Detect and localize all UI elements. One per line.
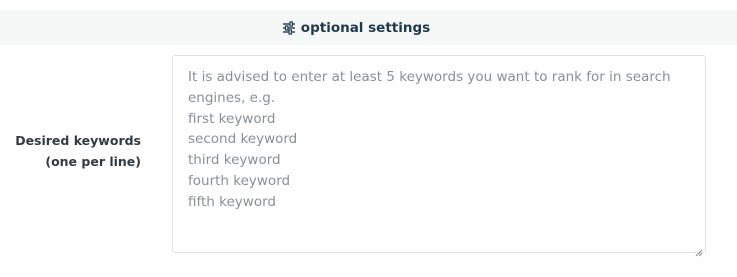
optional-settings-toggle[interactable]: optional settings bbox=[282, 20, 430, 36]
optional-settings-bar: optional settings bbox=[0, 10, 737, 45]
sliders-icon bbox=[282, 20, 296, 35]
optional-settings-label: optional settings bbox=[300, 19, 431, 36]
keywords-textarea[interactable]: It is advised to enter at least 5 keywor… bbox=[172, 55, 706, 257]
keywords-label-line2: (one per line) bbox=[45, 154, 141, 169]
keywords-label-line1: Desired keywords bbox=[15, 133, 141, 148]
keywords-field-label: Desired keywords (one per line) bbox=[15, 130, 141, 172]
keywords-textarea-placeholder: It is advised to enter at least 5 keywor… bbox=[188, 69, 671, 210]
resize-handle-icon[interactable] bbox=[695, 242, 703, 257]
